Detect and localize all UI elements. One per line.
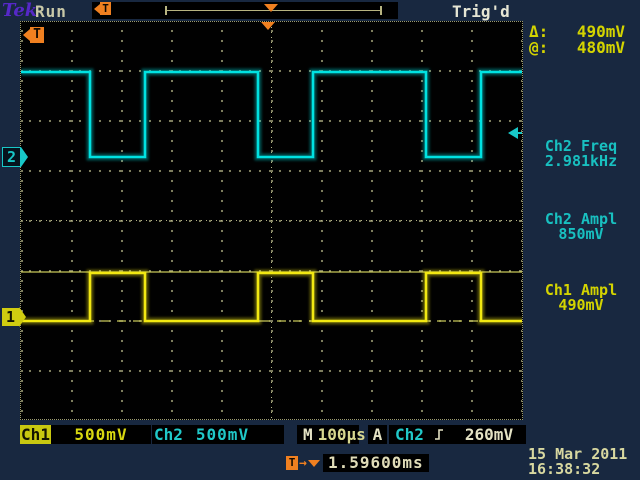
trigger-position-triangle-icon — [264, 4, 278, 12]
oscilloscope-display: Tek Run T Trig'd T 2 — [0, 0, 640, 480]
trigger-readout: Ch2 260mV — [389, 425, 526, 444]
trigger-time-marker-icon — [261, 22, 275, 30]
trigger-level-value: 260mV — [465, 425, 513, 444]
cursor-at-readout: @: 480mV — [529, 38, 625, 57]
time: 16:38:32 — [528, 460, 600, 478]
record-view-bar: T — [92, 2, 398, 19]
at-label: @: — [529, 38, 548, 57]
at-value: 480mV — [577, 38, 625, 57]
ch1-badge: Ch1 — [20, 425, 51, 444]
timebase-label: M — [303, 425, 313, 444]
graticule-screen: T — [20, 21, 523, 420]
timebase-readout: M 100µs — [297, 425, 359, 444]
ch2-scale-value: 500mV — [196, 425, 249, 444]
ch2-trace — [21, 72, 522, 157]
trigger-level-arrow-icon — [508, 127, 518, 139]
trigger-t-glyph: T — [100, 2, 111, 15]
down-triangle-icon — [308, 460, 320, 467]
trigger-status: Trig'd — [452, 2, 510, 21]
ch2-freq-measurement: Ch2 Freq 2.981kHz — [524, 139, 638, 169]
waveform-plot — [21, 22, 522, 419]
ch1-ampl-measurement: Ch1 Ampl 490mV — [524, 283, 638, 313]
trigger-t-glyph: T — [30, 27, 44, 43]
ch2-ground-marker: 2 — [2, 147, 28, 167]
horizontal-delay-readout: T → 1.59600ms — [286, 454, 429, 472]
ch1-trace — [21, 273, 522, 321]
trigger-source: Ch2 — [395, 425, 424, 444]
rising-edge-icon — [434, 428, 444, 441]
date-time: 15 Mar 2011 16:38:32 — [528, 447, 627, 477]
ch1-trace — [21, 273, 522, 321]
timebase-value: 100µs — [318, 425, 366, 444]
ch2-trace — [21, 72, 522, 157]
trigger-t-glyph: T — [286, 456, 298, 470]
ch1-scale-readout: 500mV — [51, 425, 151, 444]
ch2-freq-value: 2.981kHz — [524, 154, 638, 169]
left-arrow-icon — [23, 29, 30, 41]
delay-value: 1.59600ms — [323, 454, 429, 472]
ch1-marker-label: 1 — [2, 308, 19, 326]
ch1-ground-marker: 1 — [2, 307, 26, 327]
ch2-ampl-measurement: Ch2 Ampl 850mV — [524, 212, 638, 242]
ch2-label: Ch2 — [154, 425, 183, 444]
ch2-ampl-value: 850mV — [524, 227, 638, 242]
trigger-marker-icon: T — [94, 2, 111, 15]
right-arrow-icon — [19, 307, 26, 327]
trigger-offscreen-marker-icon: T — [23, 27, 44, 43]
acquisition-status: Run — [35, 2, 67, 21]
trigger-mode-label: A — [368, 425, 387, 444]
ch2-scale-readout: Ch2 500mV — [152, 425, 284, 444]
tek-logo: Tek — [2, 0, 37, 21]
right-arrow-icon: → — [299, 456, 307, 471]
ch1-ampl-value: 490mV — [524, 298, 638, 313]
right-arrow-icon — [21, 147, 28, 167]
ch2-marker-label: 2 — [2, 147, 21, 167]
